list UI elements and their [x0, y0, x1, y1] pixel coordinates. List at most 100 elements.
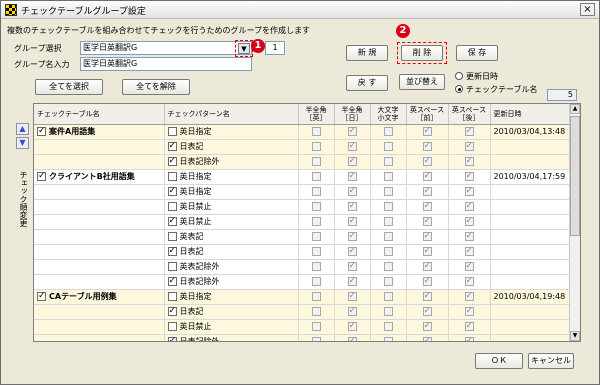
option-checkbox[interactable]	[347, 305, 357, 317]
option-checkbox[interactable]	[347, 170, 357, 182]
option-checkbox[interactable]	[464, 290, 474, 302]
option-checkbox[interactable]	[422, 155, 432, 167]
ok-button[interactable]: ＯＫ	[475, 353, 523, 369]
option-checkbox[interactable]	[311, 322, 321, 331]
table-row[interactable]: 英表記除外	[34, 259, 572, 275]
pattern-checkbox[interactable]	[167, 140, 177, 152]
option-checkbox[interactable]	[347, 230, 357, 242]
pattern-checkbox[interactable]	[167, 262, 177, 271]
option-checkbox[interactable]	[383, 322, 393, 331]
table-checkbox[interactable]	[37, 170, 46, 182]
option-checkbox[interactable]	[311, 157, 321, 166]
pattern-checkbox[interactable]	[167, 127, 177, 136]
option-checkbox[interactable]	[383, 172, 393, 181]
option-checkbox[interactable]	[311, 172, 321, 181]
option-checkbox[interactable]	[464, 245, 474, 257]
option-checkbox[interactable]	[347, 185, 357, 197]
pattern-checkbox[interactable]	[167, 245, 177, 257]
option-checkbox[interactable]	[383, 202, 393, 211]
col-upper-lower[interactable]: 大文字 小文字	[370, 104, 407, 125]
option-checkbox[interactable]	[383, 262, 393, 271]
pattern-checkbox[interactable]	[167, 215, 177, 227]
col-half-full-en[interactable]: 半全角 ［英］	[298, 104, 335, 125]
move-up-button[interactable]: ▲	[16, 123, 29, 135]
group-name-input[interactable]: 医学日英翻訳G	[80, 57, 252, 71]
pattern-checkbox[interactable]	[167, 335, 177, 341]
option-checkbox[interactable]	[347, 125, 357, 137]
pattern-checkbox[interactable]	[167, 232, 177, 241]
option-checkbox[interactable]	[383, 247, 393, 256]
table-row[interactable]: 案件A用語集 英日指定 2010/03/04,13:48	[34, 124, 572, 140]
option-checkbox[interactable]	[383, 127, 393, 136]
table-row[interactable]: 英日指定	[34, 184, 572, 200]
option-checkbox[interactable]	[464, 155, 474, 167]
option-checkbox[interactable]	[464, 305, 474, 317]
pattern-checkbox[interactable]	[167, 202, 177, 211]
option-checkbox[interactable]	[464, 275, 474, 287]
option-checkbox[interactable]	[464, 215, 474, 227]
col-pattern-name[interactable]: チェックパターン名	[164, 104, 299, 125]
col-updated[interactable]: 更新日時	[490, 104, 572, 125]
option-checkbox[interactable]	[464, 320, 474, 332]
table-row[interactable]: クライアントB社用語集 英日指定 2010/03/04,17:59	[34, 169, 572, 185]
table-row[interactable]: 英日禁止	[34, 319, 572, 335]
option-checkbox[interactable]	[464, 260, 474, 272]
option-checkbox[interactable]	[311, 142, 321, 151]
option-checkbox[interactable]	[464, 140, 474, 152]
option-checkbox[interactable]	[422, 305, 432, 317]
back-button[interactable]: 戻 す	[346, 75, 388, 91]
close-button[interactable]: ×	[580, 3, 595, 16]
table-row[interactable]: CAテーブル用例集 英日指定 2010/03/04,19:48	[34, 289, 572, 305]
col-space-after[interactable]: 英スペース ［後］	[448, 104, 491, 125]
table-row[interactable]: 英表記	[34, 229, 572, 245]
option-checkbox[interactable]	[311, 232, 321, 241]
table-row[interactable]: 日表記除外	[34, 334, 572, 341]
option-checkbox[interactable]	[383, 142, 393, 151]
option-checkbox[interactable]	[422, 335, 432, 341]
table-row[interactable]: 日表記除外	[34, 154, 572, 170]
table-row[interactable]: 英日禁止	[34, 199, 572, 215]
option-checkbox[interactable]	[422, 245, 432, 257]
new-button[interactable]: 新 規	[346, 45, 388, 61]
col-half-full-ja[interactable]: 半全角 ［日］	[334, 104, 371, 125]
option-checkbox[interactable]	[383, 157, 393, 166]
table-row[interactable]: 日表記除外	[34, 274, 572, 290]
option-checkbox[interactable]	[383, 232, 393, 241]
table-row[interactable]: 日表記	[34, 244, 572, 260]
option-checkbox[interactable]	[347, 200, 357, 212]
option-checkbox[interactable]	[383, 187, 393, 196]
option-checkbox[interactable]	[347, 290, 357, 302]
scroll-up-icon[interactable]: ▲	[570, 104, 580, 114]
option-checkbox[interactable]	[464, 170, 474, 182]
option-checkbox[interactable]	[311, 292, 321, 301]
pattern-checkbox[interactable]	[167, 172, 177, 181]
option-checkbox[interactable]	[422, 170, 432, 182]
sort-by-date-radio[interactable]	[455, 72, 463, 80]
option-checkbox[interactable]	[311, 247, 321, 256]
option-checkbox[interactable]	[422, 275, 432, 287]
option-checkbox[interactable]	[347, 140, 357, 152]
option-checkbox[interactable]	[422, 185, 432, 197]
option-checkbox[interactable]	[347, 335, 357, 341]
sort-button[interactable]: 並び替え	[399, 74, 445, 90]
option-checkbox[interactable]	[311, 277, 321, 286]
option-checkbox[interactable]	[347, 155, 357, 167]
option-checkbox[interactable]	[347, 260, 357, 272]
col-table-name[interactable]: チェックテーブル名	[34, 104, 165, 125]
col-space-before[interactable]: 英スペース ［前］	[406, 104, 449, 125]
select-all-button[interactable]: 全てを選択	[35, 79, 103, 95]
option-checkbox[interactable]	[347, 275, 357, 287]
cancel-button[interactable]: キャンセル	[528, 353, 574, 369]
table-checkbox[interactable]	[37, 125, 46, 137]
option-checkbox[interactable]	[422, 215, 432, 227]
sort-by-name-radio[interactable]	[455, 85, 463, 93]
option-checkbox[interactable]	[311, 307, 321, 316]
option-checkbox[interactable]	[383, 292, 393, 301]
option-checkbox[interactable]	[347, 215, 357, 227]
option-checkbox[interactable]	[422, 200, 432, 212]
option-checkbox[interactable]	[311, 187, 321, 196]
table-row[interactable]: 日表記	[34, 139, 572, 155]
option-checkbox[interactable]	[422, 260, 432, 272]
option-checkbox[interactable]	[347, 245, 357, 257]
table-row[interactable]: 日表記	[34, 304, 572, 320]
